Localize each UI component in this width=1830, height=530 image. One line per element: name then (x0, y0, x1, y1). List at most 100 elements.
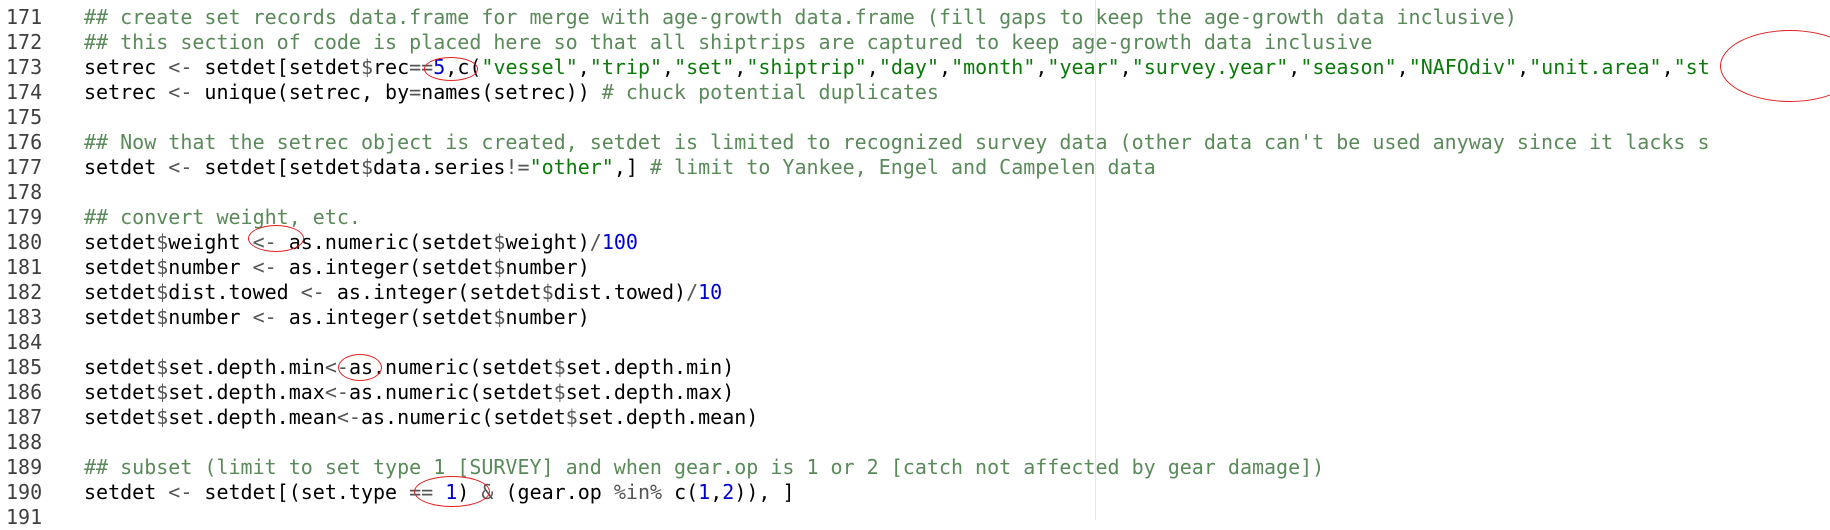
code-token: = (409, 80, 422, 104)
code-line[interactable]: 181 setdet$number <- as.integer(setdet$nu… (0, 255, 1830, 280)
code-token: "other" (529, 155, 614, 179)
line-number: 183 (6, 305, 43, 329)
code-token: set.depth.mean (168, 405, 337, 429)
code-text: ## subset (limit to set type 1 [SURVEY] … (84, 455, 1324, 480)
code-text: ## this section of code is placed here s… (84, 30, 1372, 55)
code-token: $ (156, 230, 169, 254)
code-line[interactable]: 186 setdet$set.depth.max<-as.numeric(setd… (0, 380, 1830, 405)
code-token: $ (360, 155, 374, 179)
code-token: set.depth.mean) (577, 405, 759, 429)
code-line[interactable]: 171 ## create set records data.frame for … (0, 5, 1830, 30)
code-text: setdet$set.depth.min<-as.numeric(setdet$… (84, 355, 734, 380)
line-number: 181 (6, 255, 43, 279)
code-token: , (662, 55, 675, 79)
code-token: 100 (601, 230, 638, 254)
code-line[interactable]: 177 setdet <- setdet[setdet$data.series!=… (0, 155, 1830, 180)
code-token: unique(setrec, by (204, 80, 410, 104)
code-line[interactable]: 172 ## this section of code is placed her… (0, 30, 1830, 55)
code-token: dist.towed) (553, 280, 687, 304)
code-line[interactable]: 189 ## subset (limit to set type 1 [SURVE… (0, 455, 1830, 480)
code-text: setdet$set.depth.max<-as.numeric(setdet$… (84, 380, 734, 405)
code-token: as.integer(setdet (288, 255, 494, 279)
code-token: "NAFOdiv" (1408, 55, 1518, 79)
code-token: "set" (674, 55, 735, 79)
code-line[interactable]: 188 (0, 430, 1830, 455)
code-token: "trip" (589, 55, 663, 79)
line-number: 178 (6, 180, 43, 204)
code-token: setrec (84, 80, 169, 104)
line-number: 185 (6, 355, 43, 379)
code-text: setdet <- setdet[(set.type == 1) & (gear… (84, 480, 795, 505)
code-token: , (577, 55, 590, 79)
code-token: as.numeric(setdet (360, 405, 566, 429)
code-token: != (505, 155, 530, 179)
code-token: $ (541, 280, 554, 304)
code-token: <- (168, 55, 205, 79)
code-line[interactable]: 173 setrec <- setdet[setdet$rec==5,c("ves… (0, 55, 1830, 80)
code-token: 1 (698, 480, 711, 504)
code-token: "year" (1047, 55, 1120, 79)
code-line[interactable]: 191 (0, 505, 1830, 530)
line-number: 174 (6, 80, 43, 104)
code-line[interactable]: 176 ## Now that the setrec object is crea… (0, 130, 1830, 155)
code-line[interactable]: 180 setdet$weight <- as.numeric(setdet$we… (0, 230, 1830, 255)
line-number: 190 (6, 480, 43, 504)
code-token: <- (252, 255, 289, 279)
line-number: 188 (6, 430, 43, 454)
code-line[interactable]: 187 setdet$set.depth.mean<-as.numeric(set… (0, 405, 1830, 430)
code-line[interactable]: 174 setrec <- unique(setrec, by=names(set… (0, 80, 1830, 105)
code-token: setdet (84, 355, 157, 379)
code-line[interactable]: 179 ## convert weight, etc. (0, 205, 1830, 230)
code-token: 10 (698, 280, 723, 304)
code-token: $ (565, 405, 578, 429)
code-token: <- (252, 230, 289, 254)
line-number: 191 (6, 505, 43, 529)
code-line[interactable]: 182 setdet$dist.towed <- as.integer(setde… (0, 280, 1830, 305)
code-token: <- (324, 380, 349, 404)
code-token: number (168, 305, 253, 329)
code-line[interactable]: 190 setdet <- setdet[(set.type == 1) & (g… (0, 480, 1830, 505)
line-number: 172 (6, 30, 43, 54)
code-token: setrec (84, 55, 169, 79)
code-line[interactable]: 175 (0, 105, 1830, 130)
line-number: 179 (6, 205, 43, 229)
line-number: 175 (6, 105, 43, 129)
code-token: set.depth.min (168, 355, 325, 379)
code-token: , (734, 55, 747, 79)
code-token: $ (493, 255, 506, 279)
code-text: setdet$weight <- as.numeric(setdet$weigh… (84, 230, 638, 255)
code-token: "survey.year" (1131, 55, 1289, 79)
code-token: ## Now that the setrec object is created… (84, 130, 1710, 154)
code-token: as.integer(setdet (336, 280, 542, 304)
code-token: setdet[(set.type (204, 480, 410, 504)
code-token: ) (457, 480, 482, 504)
code-token: as.numeric(setdet (288, 230, 494, 254)
code-token: $ (553, 380, 566, 404)
code-line[interactable]: 185 setdet$set.depth.min<-as.numeric(setd… (0, 355, 1830, 380)
code-token: setdet (84, 305, 157, 329)
code-text: ## convert weight, etc. (84, 205, 361, 230)
code-token: $ (156, 355, 169, 379)
code-token: # chuck potential duplicates (601, 80, 939, 104)
code-token: as.integer(setdet (288, 305, 494, 329)
code-token: setdet (84, 230, 157, 254)
code-token: ## create set records data.frame for mer… (84, 5, 1517, 29)
code-token: , (1288, 55, 1301, 79)
code-token: ,] (613, 155, 650, 179)
code-token: number) (505, 305, 590, 329)
code-token: "shiptrip" (746, 55, 867, 79)
code-token: "month" (951, 55, 1036, 79)
code-line[interactable]: 184 (0, 330, 1830, 355)
line-number: 177 (6, 155, 43, 179)
code-line[interactable]: 183 setdet$number <- as.integer(setdet$nu… (0, 305, 1830, 330)
code-token: ## this section of code is placed here s… (84, 30, 1373, 54)
code-line[interactable]: 178 (0, 180, 1830, 205)
code-token: $ (156, 255, 169, 279)
code-token: (gear.op (505, 480, 614, 504)
code-token: , (939, 55, 952, 79)
code-text: ## create set records data.frame for mer… (84, 5, 1517, 30)
code-token: rec (373, 55, 410, 79)
code-token: setdet[setdet (204, 55, 361, 79)
code-editor[interactable]: 171 ## create set records data.frame for … (0, 0, 1830, 529)
code-token: $ (156, 405, 169, 429)
